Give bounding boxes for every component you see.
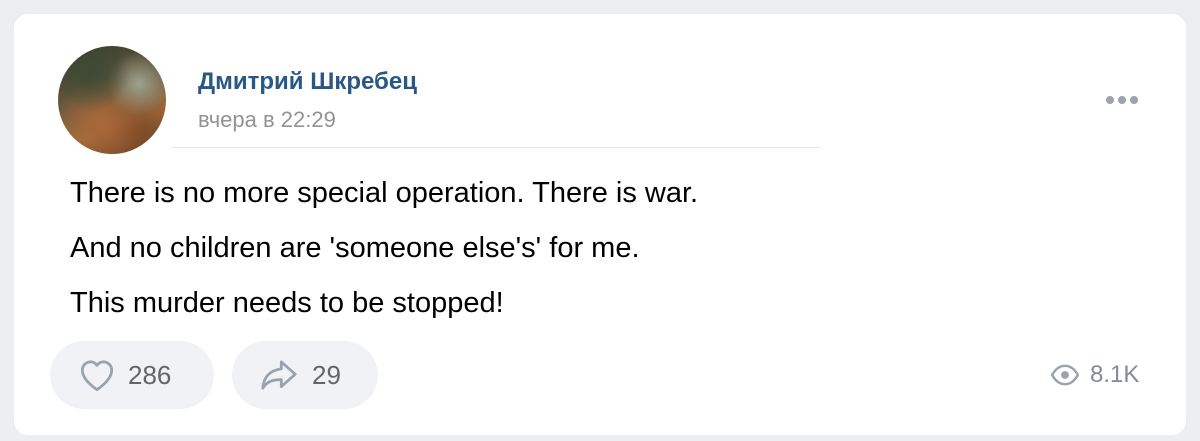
- like-button[interactable]: 286: [50, 341, 214, 409]
- post-timestamp[interactable]: вчера в 22:29: [198, 107, 336, 133]
- share-arrow-icon: [258, 358, 300, 392]
- author-name-link[interactable]: Дмитрий Шкребец: [198, 68, 417, 96]
- post-text: There is no more special operation. Ther…: [70, 166, 1130, 331]
- views-count: 8.1K: [1090, 361, 1140, 388]
- author-avatar[interactable]: [58, 46, 166, 154]
- share-count: 29: [312, 359, 341, 390]
- views-counter: 8.1K: [1050, 358, 1139, 392]
- like-count: 286: [128, 359, 172, 390]
- more-horizontal-icon: [1106, 96, 1138, 104]
- more-options-button[interactable]: [1100, 88, 1144, 112]
- post-card: Дмитрий Шкребец вчера в 22:29 There is n…: [14, 14, 1186, 435]
- heart-outline-icon: [78, 358, 116, 392]
- eye-icon: [1050, 364, 1080, 386]
- header-divider: [172, 147, 820, 148]
- share-button[interactable]: 29: [232, 341, 378, 409]
- post-text-line: There is no more special operation. Ther…: [70, 177, 699, 209]
- post-text-line: And no children are 'someone else's' for…: [70, 232, 640, 264]
- post-text-line: This murder needs to be stopped!: [70, 287, 504, 319]
